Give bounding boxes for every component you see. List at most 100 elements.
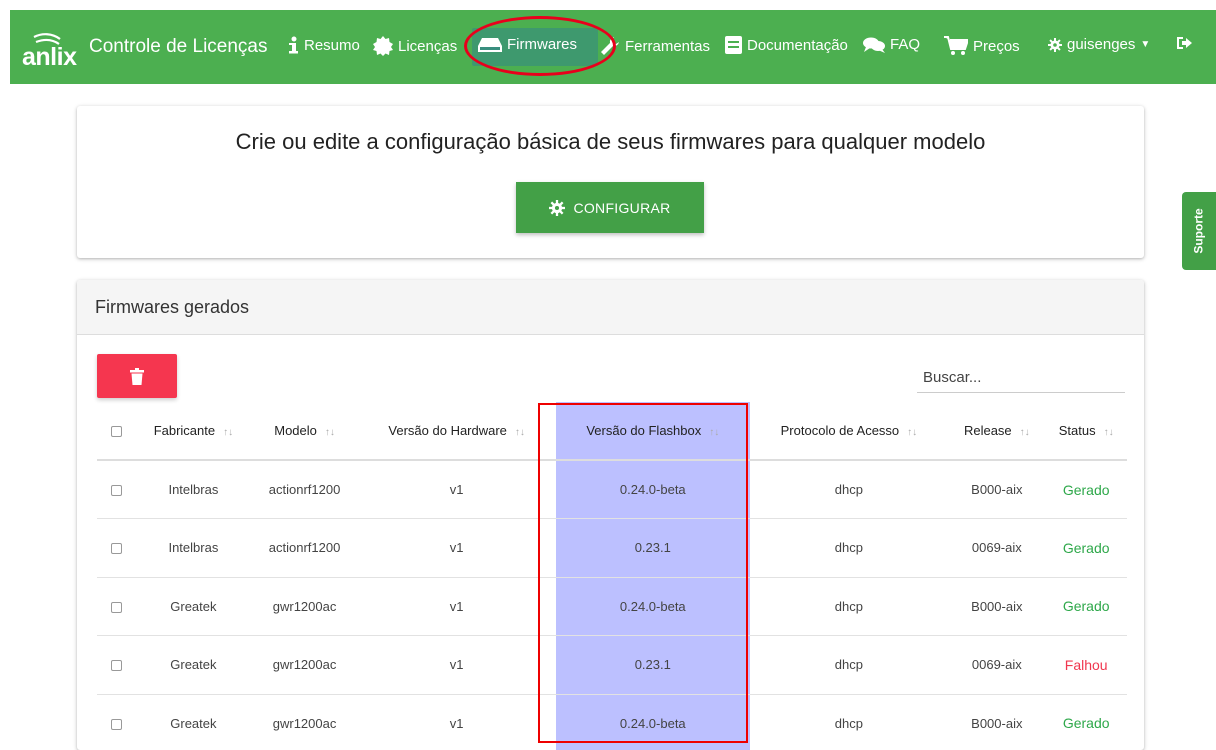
cell-fabricante: Greatek	[135, 694, 252, 750]
nav-item-label: Documentação	[747, 36, 848, 54]
card-title: Firmwares gerados	[77, 280, 1144, 335]
cell-protocolo: dhcp	[749, 577, 949, 636]
nav-item-licencas[interactable]: Licenças	[373, 36, 457, 56]
cell-modelo: gwr1200ac	[251, 577, 358, 636]
column-header-protocolo[interactable]: Protocolo de Acesso ↑↓	[749, 402, 949, 461]
column-header-release[interactable]: Release ↑↓	[948, 402, 1046, 461]
trash-icon	[130, 367, 144, 385]
row-checkbox[interactable]	[97, 694, 135, 750]
column-header-hardware[interactable]: Versão do Hardware ↑↓	[357, 402, 557, 461]
row-checkbox[interactable]	[97, 577, 135, 636]
cell-fabricante: Greatek	[135, 635, 252, 695]
cell-hardware: v1	[357, 694, 557, 750]
delete-button[interactable]	[97, 354, 177, 398]
sort-icon: ↑↓	[1019, 427, 1030, 438]
cell-release: B000-aix	[948, 460, 1046, 519]
cell-modelo: gwr1200ac	[251, 635, 358, 695]
book-icon	[725, 36, 742, 54]
cell-release: B000-aix	[948, 694, 1046, 750]
nav-item-resumo[interactable]: Resumo	[288, 36, 360, 54]
chevron-down-icon: ▼	[1140, 39, 1151, 50]
cell-release: 0069-aix	[948, 518, 1046, 578]
logout-button[interactable]	[1177, 36, 1192, 50]
sign-out-icon	[1177, 37, 1192, 49]
configure-button-label: CONFIGURAR	[573, 199, 671, 216]
gear-icon	[1048, 37, 1062, 52]
nav-item-label: Ferramentas	[625, 37, 711, 55]
annotation-ellipse	[464, 16, 616, 76]
cell-release: B000-aix	[948, 577, 1046, 636]
sort-icon: ↑↓	[709, 427, 720, 438]
table-row[interactable]: Intelbras actionrf1200 v1 0.24.0-beta dh…	[97, 460, 1127, 519]
cell-status: Falhou	[1045, 635, 1127, 695]
cell-release: 0069-aix	[948, 635, 1046, 695]
config-heading: Crie ou edite a configuração básica de s…	[235, 129, 986, 154]
certificate-icon	[373, 36, 393, 56]
cell-flashbox: 0.24.0-beta	[556, 460, 750, 519]
cell-modelo: gwr1200ac	[251, 694, 358, 750]
brand-logo[interactable]: anlix	[22, 23, 82, 73]
cell-modelo: actionrf1200	[251, 518, 358, 578]
cell-fabricante: Intelbras	[135, 460, 252, 519]
cart-icon	[944, 36, 968, 55]
firmwares-card: Firmwares gerados Fabricante↑↓ Modelo↑↓ …	[77, 280, 1144, 750]
column-header-fabricante[interactable]: Fabricante ↑↓	[135, 402, 252, 461]
config-card: Crie ou edite a configuração básica de s…	[77, 106, 1144, 258]
comments-icon	[863, 37, 885, 53]
cell-protocolo: dhcp	[749, 635, 949, 695]
app-title[interactable]: Controle de Licenças	[89, 36, 268, 58]
sort-icon: ↑↓	[1103, 427, 1114, 438]
cell-hardware: v1	[357, 518, 557, 578]
row-checkbox[interactable]	[97, 635, 135, 695]
top-navbar: anlix Controle de Licenças Resumo Licenç…	[10, 10, 1216, 84]
cell-protocolo: dhcp	[749, 460, 949, 519]
support-tab[interactable]: Suporte	[1182, 192, 1216, 270]
cell-status: Gerado	[1045, 460, 1127, 519]
select-all-checkbox[interactable]	[97, 402, 135, 461]
row-checkbox[interactable]	[97, 460, 135, 519]
cell-flashbox: 0.23.1	[556, 635, 750, 695]
nav-item-faq[interactable]: FAQ	[863, 36, 920, 53]
table-row[interactable]: Intelbras actionrf1200 v1 0.23.1 dhcp 00…	[97, 518, 1127, 578]
cell-hardware: v1	[357, 635, 557, 695]
table-header-row: Fabricante ↑↓ Modelo ↑↓ Versão do Hardware…	[97, 402, 1127, 461]
cell-fabricante: Intelbras	[135, 518, 252, 578]
cell-hardware: v1	[357, 460, 557, 519]
cell-modelo: actionrf1200	[251, 460, 358, 519]
nav-item-ferramentas[interactable]: Ferramentas	[600, 36, 710, 56]
nav-item-precos[interactable]: Preços	[944, 36, 1020, 56]
column-header-modelo[interactable]: Modelo ↑↓	[251, 402, 358, 461]
table-row[interactable]: Greatek gwr1200ac v1 0.24.0-beta dhcp B0…	[97, 694, 1127, 750]
nav-item-label: Licenças	[398, 37, 458, 55]
sort-icon: ↑↓	[223, 427, 234, 438]
sort-icon: ↑↓	[514, 427, 525, 438]
column-header-status[interactable]: Status ↑↓	[1045, 402, 1127, 461]
search-input[interactable]	[917, 363, 1125, 393]
cell-status: Gerado	[1045, 694, 1127, 750]
user-menu[interactable]: guisenges ▼	[1048, 36, 1150, 53]
brand-name: anlix	[22, 43, 77, 71]
gear-icon	[549, 199, 566, 216]
cell-status: Gerado	[1045, 577, 1127, 636]
cell-protocolo: dhcp	[749, 694, 949, 750]
firmwares-table: Fabricante ↑↓ Modelo ↑↓ Versão do Hardware…	[97, 402, 1127, 750]
column-header-flashbox[interactable]: Versão do Flashbox ↑↓	[556, 402, 750, 461]
nav-item-label: Preços	[973, 37, 1020, 55]
row-checkbox[interactable]	[97, 518, 135, 578]
cell-flashbox: 0.24.0-beta	[556, 694, 750, 750]
cell-status: Gerado	[1045, 518, 1127, 578]
table-row[interactable]: Greatek gwr1200ac v1 0.23.1 dhcp 0069-ai…	[97, 635, 1127, 695]
nav-item-label: Resumo	[304, 36, 360, 54]
nav-item-label: FAQ	[890, 36, 921, 53]
cell-hardware: v1	[357, 577, 557, 636]
sort-icon: ↑↓	[324, 427, 335, 438]
cell-flashbox: 0.24.0-beta	[556, 577, 750, 636]
table-row[interactable]: Greatek gwr1200ac v1 0.24.0-beta dhcp B0…	[97, 577, 1127, 636]
nav-item-documentacao[interactable]: Documentação	[725, 36, 848, 54]
info-icon	[289, 36, 298, 54]
cell-protocolo: dhcp	[749, 518, 949, 578]
configure-button[interactable]: CONFIGURAR	[516, 182, 704, 233]
cell-fabricante: Greatek	[135, 577, 252, 636]
support-label: Suporte	[1192, 208, 1206, 254]
sort-icon: ↑↓	[907, 427, 918, 438]
